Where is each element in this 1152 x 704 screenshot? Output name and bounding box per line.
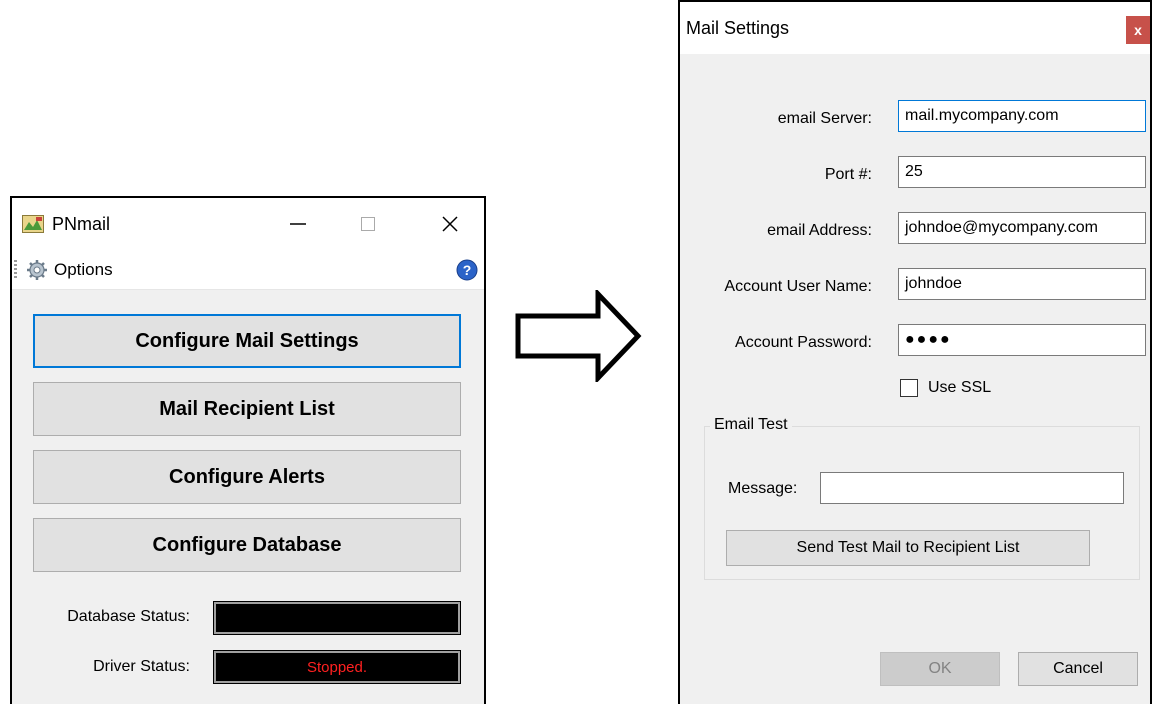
database-status-display xyxy=(213,601,461,635)
minimize-icon xyxy=(290,223,306,225)
message-input[interactable] xyxy=(820,472,1124,504)
options-menu[interactable]: Options xyxy=(26,256,113,284)
use-ssl-checkbox[interactable] xyxy=(900,379,918,397)
configure-mail-settings-button[interactable]: Configure Mail Settings xyxy=(33,314,461,368)
close-icon: x xyxy=(1134,22,1142,38)
app-icon xyxy=(22,215,44,233)
configure-alerts-button[interactable]: Configure Alerts xyxy=(33,450,461,504)
close-button[interactable] xyxy=(432,208,468,240)
options-label: Options xyxy=(54,260,113,279)
gear-icon xyxy=(27,260,47,280)
help-button[interactable]: ? xyxy=(456,259,478,281)
account-password-label: Account Password: xyxy=(735,334,872,351)
ok-button[interactable]: OK xyxy=(880,652,1000,686)
mail-settings-dialog: Mail Settings x email Server: mail.mycom… xyxy=(678,0,1152,704)
email-address-input[interactable]: johndoe@mycompany.com xyxy=(898,212,1146,244)
configure-database-button[interactable]: Configure Database xyxy=(33,518,461,572)
account-user-name-label: Account User Name: xyxy=(724,278,872,295)
pnmail-window: PNmail Options ? Configure Mail Settings… xyxy=(10,196,486,704)
account-password-input[interactable]: ●●●● xyxy=(898,324,1146,356)
close-icon xyxy=(442,216,458,232)
email-server-label: email Server: xyxy=(777,110,872,127)
mail-recipient-list-button[interactable]: Mail Recipient List xyxy=(33,382,461,436)
window-title: PNmail xyxy=(52,214,111,234)
port-input[interactable]: 25 xyxy=(898,156,1146,188)
svg-text:?: ? xyxy=(463,262,472,278)
driver-status-display: Stopped. xyxy=(213,650,461,684)
dialog-title: Mail Settings xyxy=(686,18,790,38)
mail-settings-titlebar[interactable]: Mail Settings x xyxy=(680,2,1150,54)
maximize-button[interactable] xyxy=(350,208,386,240)
right-arrow-icon xyxy=(515,290,642,382)
minimize-button[interactable] xyxy=(280,208,316,240)
pnmail-titlebar[interactable]: PNmail xyxy=(12,198,484,250)
email-address-label: email Address: xyxy=(767,222,872,239)
menu-bar: Options ? xyxy=(12,250,484,290)
cancel-button[interactable]: Cancel xyxy=(1018,652,1138,686)
email-server-input[interactable]: mail.mycompany.com xyxy=(898,100,1146,132)
database-status-label: Database Status: xyxy=(67,608,190,625)
toolbar-grip[interactable] xyxy=(14,260,17,280)
dialog-close-button[interactable]: x xyxy=(1126,16,1150,44)
account-user-name-input[interactable]: johndoe xyxy=(898,268,1146,300)
driver-status-label: Driver Status: xyxy=(93,658,190,675)
use-ssl-option[interactable]: Use SSL xyxy=(900,376,991,400)
port-label: Port #: xyxy=(824,166,872,183)
help-icon: ? xyxy=(456,259,478,281)
send-test-mail-button[interactable]: Send Test Mail to Recipient List xyxy=(726,530,1090,566)
maximize-icon xyxy=(361,217,375,231)
email-test-group-title: Email Test xyxy=(710,416,792,434)
message-label: Message: xyxy=(728,480,798,497)
use-ssl-label: Use SSL xyxy=(928,379,992,396)
